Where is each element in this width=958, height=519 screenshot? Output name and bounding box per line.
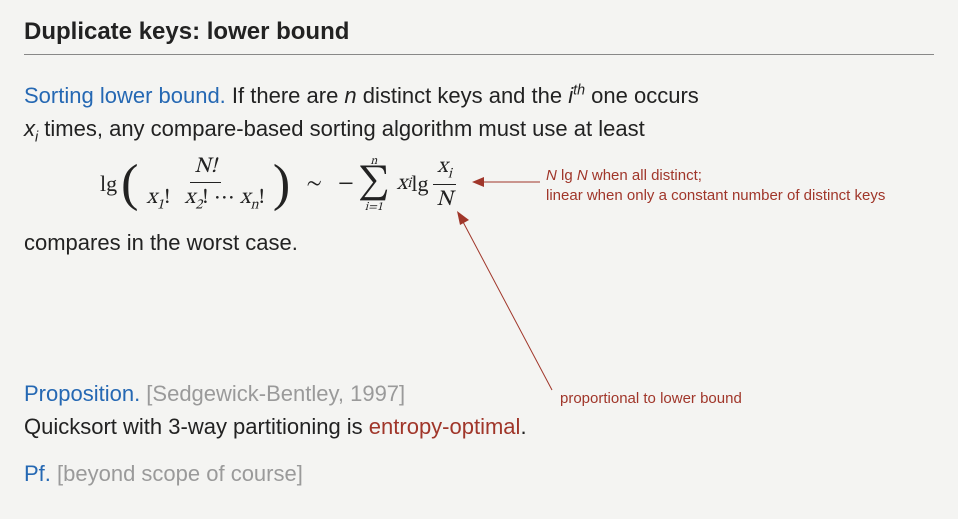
proof-block: Pf. [beyond scope of course] — [24, 457, 934, 490]
annotation-proportional: proportional to lower bound — [560, 389, 742, 409]
sim-symbol: ∼ — [306, 170, 322, 198]
proposition-block: Proposition. [Sedgewick-Bentley, 1997] Q… — [24, 377, 934, 443]
lparen-icon: ( — [121, 158, 138, 210]
annot1-lg: lg — [557, 167, 577, 184]
sum-symbol: n ∑ i=1 — [358, 155, 390, 213]
intro-text-1a: If there are — [226, 83, 345, 108]
intro-text-1c: one occurs — [585, 83, 699, 108]
term-lg: lg — [411, 171, 428, 197]
keyword-pf: Pf. — [24, 461, 51, 486]
citation: [Sedgewick-Bentley, 1997] — [140, 381, 405, 406]
annotation-distinct-keys: N lg N when all distinct; linear when on… — [546, 166, 885, 207]
frac-xi-N: xi N — [432, 153, 456, 214]
fn-lg: lg — [100, 171, 117, 197]
rparen-icon: ) — [273, 158, 290, 210]
den-en: ! — [259, 187, 265, 209]
prop-text-a: Quicksort with 3-way partitioning is — [24, 414, 369, 439]
frac2-i: i — [448, 167, 452, 181]
den-x2: x — [185, 187, 196, 209]
sum-top: n — [370, 155, 377, 167]
den-e1: ! — [164, 187, 170, 209]
entropy-optimal: entropy-optimal — [369, 414, 521, 439]
term-x: x — [397, 170, 408, 198]
var-xi-x: x — [24, 116, 35, 141]
pf-note: [beyond scope of course] — [51, 461, 303, 486]
frac2-den: N — [432, 185, 456, 214]
annot1-N2: N — [577, 167, 588, 184]
den-dots: ⋯ — [214, 187, 240, 209]
keyword-proposition: Proposition. — [24, 381, 140, 406]
num-N-fact: N! — [194, 156, 217, 178]
frac-num: N! — [190, 153, 221, 183]
sup-th: th — [573, 83, 585, 99]
frac2-x: x — [437, 156, 448, 178]
frac-den: x1! x2! ⋯ xn! — [142, 183, 268, 214]
annot1-line2: linear when only a constant number of di… — [546, 187, 885, 204]
den-e2: ! — [202, 187, 208, 209]
sum-bot: i=1 — [365, 201, 383, 213]
intro-paragraph: Sorting lower bound. If there are n dist… — [24, 79, 934, 149]
intro-text-2a: times, any compare-based sorting algorit… — [38, 116, 645, 141]
den-xn: x — [240, 187, 251, 209]
den-x1: x — [146, 187, 157, 209]
den-sn: n — [250, 198, 258, 212]
slide-title: Duplicate keys: lower bound — [24, 18, 934, 55]
annot1-rest: when all distinct; — [588, 167, 702, 184]
minus-sign: − — [338, 170, 354, 198]
frac2-num: xi — [433, 153, 456, 185]
frac-multinomial: N! x1! x2! ⋯ xn! — [142, 153, 268, 214]
intro-text-1b: distinct keys and the — [357, 83, 569, 108]
keyword-sorting-lower-bound: Sorting lower bound. — [24, 83, 226, 108]
below-formula-text: compares in the worst case. — [24, 226, 934, 259]
annot1-N1: N — [546, 167, 557, 184]
var-n: n — [344, 83, 356, 108]
prop-text-b: . — [520, 414, 526, 439]
